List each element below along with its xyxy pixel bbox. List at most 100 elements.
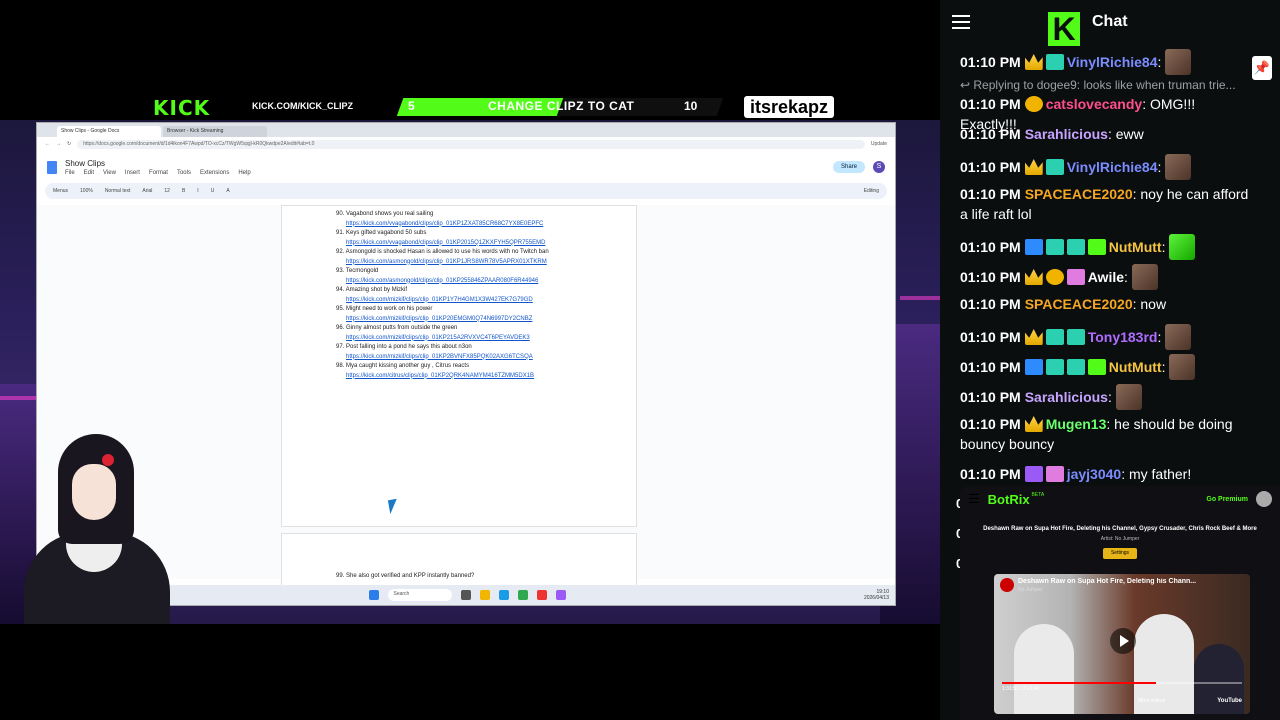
teal-badge-icon[interactable] xyxy=(1045,159,1064,175)
more-videos[interactable]: More videos xyxy=(1138,698,1165,704)
doc-title[interactable]: Show Clips xyxy=(65,159,251,168)
clip-link[interactable]: https://kick.com/asmongold/clips/clip_01… xyxy=(336,258,549,268)
play-icon[interactable] xyxy=(1110,628,1136,654)
toolbar-editing-mode[interactable]: Editing xyxy=(864,188,879,194)
folder-icon[interactable] xyxy=(479,590,490,600)
clip-link[interactable]: https://kick.com/citrus/clips/clip_01KP2… xyxy=(336,372,534,382)
message-timestamp: 01:10 PM xyxy=(960,296,1021,312)
chat-username[interactable]: jayj3040 xyxy=(1067,466,1122,482)
app-icon[interactable] xyxy=(555,590,566,600)
youtube-logo[interactable]: YouTube xyxy=(1217,698,1242,704)
doc-menu-bar: File Edit View Insert Format Tools Exten… xyxy=(65,170,251,176)
kick-logo: KICK xyxy=(153,96,211,120)
tab-google-docs[interactable]: Show Clips - Google Docs xyxy=(57,126,161,137)
teal-badge-icon[interactable] xyxy=(1045,239,1064,255)
go-premium-button[interactable]: Go Premium xyxy=(1206,496,1248,503)
hamburger-menu-icon[interactable] xyxy=(952,15,970,29)
chat-username[interactable]: NutMutt xyxy=(1109,239,1162,255)
message-timestamp: 01:10 PM xyxy=(960,389,1021,405)
menu-edit[interactable]: Edit xyxy=(84,170,94,176)
forward-icon[interactable]: → xyxy=(56,141,61,147)
chat-username[interactable]: SPACEACE2020 xyxy=(1025,296,1133,312)
blue-badge-icon[interactable] xyxy=(1024,359,1043,375)
teal-badge-icon[interactable] xyxy=(1045,54,1064,70)
crown-badge-icon[interactable] xyxy=(1024,159,1043,175)
toolbar-zoom[interactable]: 100% xyxy=(80,188,93,194)
toolbar-menus[interactable]: Menus xyxy=(53,188,68,194)
teal-badge-icon[interactable] xyxy=(1066,329,1085,345)
toolbar-style[interactable]: Normal text xyxy=(105,188,131,194)
gold-badge-icon[interactable] xyxy=(1024,96,1043,112)
green-badge-icon[interactable] xyxy=(1087,359,1106,375)
clip-link[interactable]: https://kick.com/mizkif/clips/clip_01KP1… xyxy=(336,296,533,306)
botrix-menu-icon[interactable]: ☰ xyxy=(968,491,980,507)
menu-file[interactable]: File xyxy=(65,170,75,176)
reload-icon[interactable]: ↻ xyxy=(67,141,71,147)
chat-username[interactable]: Tony183rd xyxy=(1088,329,1158,345)
blue-badge-icon[interactable] xyxy=(1024,239,1043,255)
toolbar-underline[interactable]: U xyxy=(211,188,215,194)
menu-insert[interactable]: Insert xyxy=(125,170,140,176)
clip-link[interactable]: https://kick.com/vvagabond/clips/clip_01… xyxy=(336,239,545,249)
chat-username[interactable]: catslovecandy xyxy=(1046,96,1143,112)
update-button[interactable]: Update xyxy=(871,141,887,147)
pink-badge-icon[interactable] xyxy=(1045,466,1064,482)
toolbar-text-color[interactable]: A xyxy=(226,188,229,194)
clip-link[interactable]: https://kick.com/asmongold/clips/clip_01… xyxy=(336,277,538,287)
gold-badge-icon[interactable] xyxy=(1045,269,1064,285)
teal-badge-icon[interactable] xyxy=(1066,359,1085,375)
clip-link[interactable]: https://kick.com/mizkif/clips/clip_01KP2… xyxy=(336,334,530,344)
share-button[interactable]: Share xyxy=(832,161,865,173)
menu-tools[interactable]: Tools xyxy=(177,170,191,176)
tab-kick[interactable]: Browser - Kick Streaming xyxy=(163,126,267,137)
toolbar-font-size[interactable]: 12 xyxy=(164,188,170,194)
avatar[interactable] xyxy=(1256,491,1272,507)
app-icon[interactable] xyxy=(517,590,528,600)
chat-username[interactable]: NutMutt xyxy=(1109,359,1162,375)
app-icon[interactable] xyxy=(460,590,471,600)
chat-username[interactable]: SPACEACE2020 xyxy=(1025,186,1133,202)
video-progress-bar[interactable] xyxy=(1002,682,1242,684)
clip-link[interactable]: https://kick.com/mizkif/clips/clip_01KP2… xyxy=(336,353,533,363)
chat-username[interactable]: Awile xyxy=(1088,269,1124,285)
youtube-player[interactable]: Deshawn Raw on Supa Hot Fire, Deleting h… xyxy=(994,574,1250,714)
teal-badge-icon[interactable] xyxy=(1045,329,1064,345)
docs-toolbar: Menus 100% Normal text Arial 12 B I U A … xyxy=(45,183,887,199)
account-avatar[interactable]: S xyxy=(873,161,885,173)
menu-format[interactable]: Format xyxy=(149,170,168,176)
menu-view[interactable]: View xyxy=(103,170,116,176)
crown-badge-icon[interactable] xyxy=(1024,329,1043,345)
chat-username[interactable]: Sarahlicious xyxy=(1025,389,1108,405)
back-icon[interactable]: ← xyxy=(45,141,50,147)
pink-badge-icon[interactable] xyxy=(1066,269,1085,285)
chat-username[interactable]: VinylRichie84 xyxy=(1067,54,1158,70)
toolbar-bold[interactable]: B xyxy=(182,188,185,194)
clip-link[interactable]: https://kick.com/mizkif/clips/clip_01KP2… xyxy=(336,315,532,325)
chat-username[interactable]: VinylRichie84 xyxy=(1067,159,1158,175)
toolbar-italic[interactable]: I xyxy=(197,188,198,194)
stream-area: KICK KICK.COM/KICK_CLIPZ 5 CHANGE CLIPZ … xyxy=(0,0,940,720)
toolbar-font[interactable]: Arial xyxy=(142,188,152,194)
settings-button[interactable]: Settings xyxy=(1103,548,1137,559)
teal-badge-icon[interactable] xyxy=(1045,359,1064,375)
purple-badge-icon[interactable] xyxy=(1024,466,1043,482)
app-icon[interactable] xyxy=(536,590,547,600)
crown-badge-icon[interactable] xyxy=(1024,54,1043,70)
windows-start-icon[interactable] xyxy=(368,590,379,600)
menu-extensions[interactable]: Extensions xyxy=(200,170,229,176)
crown-badge-icon[interactable] xyxy=(1024,269,1043,285)
chat-username[interactable]: Mugen13 xyxy=(1046,416,1107,432)
address-bar[interactable]: https://docs.google.com/document/d/1d4ik… xyxy=(77,139,865,149)
taskbar-search[interactable]: Search xyxy=(387,589,452,601)
teal-badge-icon[interactable] xyxy=(1066,239,1085,255)
green-badge-icon[interactable] xyxy=(1087,239,1106,255)
clip-link[interactable]: https://kick.com/vvagabond/clips/clip_01… xyxy=(336,220,543,230)
chat-username[interactable]: Sarahlicious xyxy=(1025,126,1108,142)
chat-message: 01:10 PM SPACEACE2020: noy he can afford … xyxy=(960,186,1249,222)
chat-message: 01:10 PM NutMutt: xyxy=(960,234,1250,260)
browser-icon[interactable] xyxy=(498,590,509,600)
menu-help[interactable]: Help xyxy=(238,170,250,176)
channel-avatar xyxy=(1000,578,1014,592)
crown-badge-icon[interactable] xyxy=(1024,416,1043,432)
pin-icon[interactable]: 📌 xyxy=(1252,56,1272,80)
